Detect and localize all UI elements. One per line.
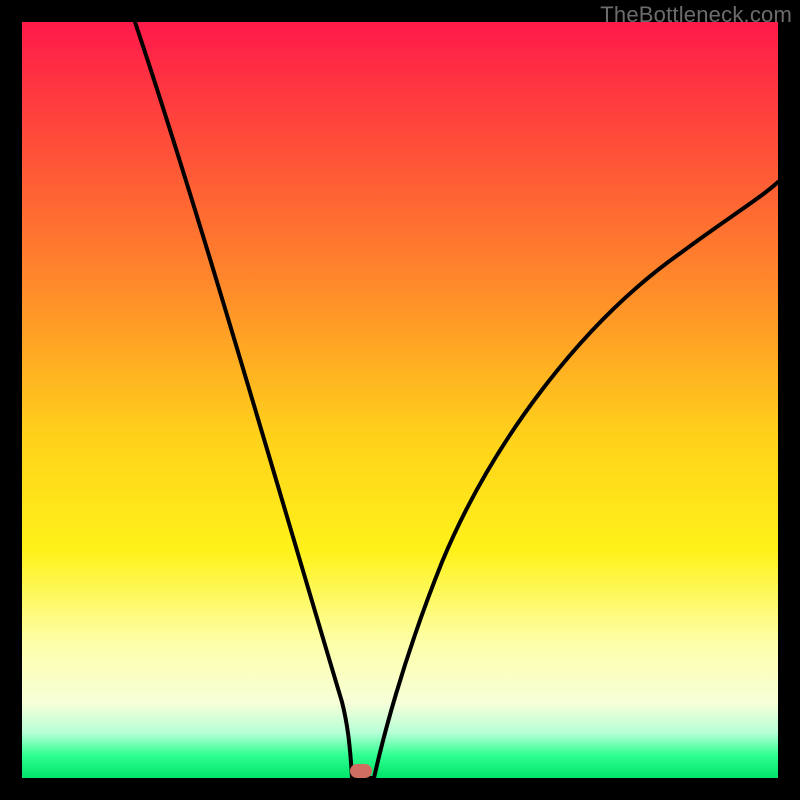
curve-left-branch (135, 22, 352, 778)
curve-right-branch (374, 182, 778, 778)
bottleneck-curve (22, 22, 778, 778)
optimal-point-marker (350, 764, 372, 778)
watermark-text: TheBottleneck.com (600, 2, 792, 28)
chart-plot-area (22, 22, 778, 778)
